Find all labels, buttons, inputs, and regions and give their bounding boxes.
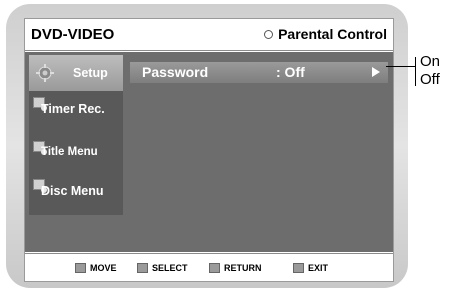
exit-icon — [293, 263, 304, 273]
arrow-right-icon — [372, 67, 380, 77]
return-icon — [209, 263, 220, 273]
exit-label: EXIT — [308, 263, 329, 273]
sidebar-item-setup[interactable]: Setup — [29, 55, 123, 91]
move-label: MOVE — [90, 263, 117, 273]
gear-icon — [36, 64, 54, 82]
return-label: RETURN — [224, 263, 262, 273]
sidebar-item-label: Disc Menu — [41, 184, 104, 198]
sidebar-item-label: Setup — [73, 66, 108, 80]
callout-line — [386, 66, 416, 67]
select-label: SELECT — [152, 263, 188, 273]
breadcrumb-label: Parental Control — [278, 26, 387, 42]
password-value: : Off — [276, 64, 305, 80]
password-row[interactable]: Password : Off — [130, 62, 388, 83]
menu-header: DVD-VIDEO Parental Control — [25, 19, 393, 51]
footer-hints: MOVE SELECT RETURN EXIT — [25, 253, 393, 281]
password-label: Password — [142, 64, 209, 80]
sidebar-item-disc-menu[interactable]: Disc Menu — [29, 175, 123, 211]
return-hint: RETURN — [209, 263, 262, 273]
sidebar: Setup Timer Rec. Title Menu Disc Menu — [29, 55, 123, 215]
breadcrumb: Parental Control — [264, 26, 387, 42]
updown-icon — [75, 263, 86, 273]
sidebar-item-label: Timer Rec. — [41, 102, 105, 116]
exit-hint: EXIT — [293, 263, 328, 273]
sidebar-item-timer-rec[interactable]: Timer Rec. — [29, 93, 123, 129]
callout-off-label: Off — [420, 71, 440, 88]
page-title: DVD-VIDEO — [31, 26, 115, 43]
enter-icon — [137, 263, 148, 273]
sidebar-item-label: Title Menu — [41, 146, 98, 158]
sidebar-item-title-menu[interactable]: Title Menu — [29, 137, 123, 173]
ring-icon — [264, 29, 274, 39]
callout-bracket — [415, 57, 416, 86]
callout-on-label: On — [420, 53, 441, 70]
select-hint: SELECT — [137, 263, 188, 273]
move-hint: MOVE — [75, 263, 117, 273]
dvd-menu-screen: DVD-VIDEO Parental Control Setup Timer R… — [24, 18, 394, 282]
